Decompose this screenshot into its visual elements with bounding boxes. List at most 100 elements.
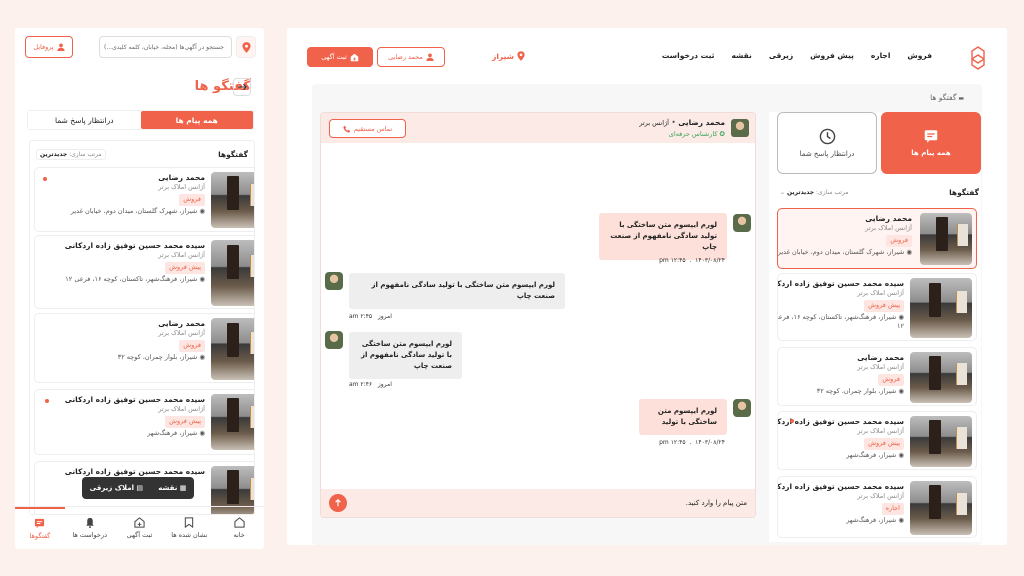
tab-all-messages[interactable]: همه پیام ها bbox=[140, 111, 253, 129]
nav-link-map[interactable]: نقشه bbox=[731, 51, 751, 60]
contact-name: سیده محمد حسین توفیق زاده اردکانی bbox=[64, 241, 205, 250]
conversation-card[interactable]: سیده محمد حسین توفیق زاده اردکانی آژانس … bbox=[777, 273, 977, 341]
agency-name: آژانس املاک برتر bbox=[865, 224, 912, 233]
deal-type-badge: فروش bbox=[886, 235, 912, 247]
message-clock: ۱۲:۴۵ pm bbox=[659, 439, 686, 446]
address: ◉ شیراز، بلوار چمران، کوچه ۳۲ bbox=[39, 353, 205, 362]
call-label: تماس مستقیم bbox=[353, 124, 393, 133]
call-button[interactable]: تماس مستقیم bbox=[329, 119, 406, 138]
location-icon: ◉ bbox=[896, 312, 904, 321]
arrow-right-icon bbox=[237, 83, 247, 91]
bell-icon bbox=[86, 517, 94, 528]
conversation-card[interactable]: محمد رضایی آژانس املاک برتر فروش ◉ شیراز… bbox=[777, 347, 977, 406]
tab-label: همه پیام ها bbox=[911, 149, 951, 157]
message-clock: ۲:۴۶ am bbox=[349, 381, 373, 388]
tab-all-messages[interactable]: همه پیام ها bbox=[881, 112, 981, 174]
conversation-card[interactable]: سیده محمد حسین توفیق زاده اردکانی آژانس … bbox=[34, 235, 254, 309]
arrow-up-icon bbox=[335, 499, 341, 507]
location-icon: ◉ bbox=[197, 206, 205, 215]
conversation-card[interactable]: محمد رضایی آژانس املاک برتر فروش ◉ شیراز… bbox=[34, 167, 254, 232]
contact-name: محمد رضایی bbox=[158, 173, 205, 182]
message-date: امروز bbox=[377, 381, 392, 388]
address: ◉ شیراز، فرهنگ‌شهر bbox=[35, 429, 205, 438]
property-image bbox=[910, 416, 972, 467]
nav-link-sale[interactable]: فروش bbox=[907, 51, 932, 60]
message-time: امروز ۲:۴۶ am bbox=[349, 381, 392, 388]
sort-dropdown[interactable]: مرتب سازی: جدیدترین bbox=[36, 148, 106, 160]
conversation-card[interactable]: محمد رضایی آژانس املاک برتر فروش ◉ شیراز… bbox=[777, 208, 977, 269]
nav-bookmarks[interactable]: نشان شده ها bbox=[164, 507, 214, 549]
nav-home[interactable]: خانه bbox=[214, 507, 264, 549]
property-image bbox=[910, 481, 972, 535]
address: ◉ شیراز، فرهنگ‌شهر bbox=[778, 450, 904, 460]
city-selector[interactable]: شیراز bbox=[492, 51, 525, 61]
tab-awaiting-reply[interactable]: درانتظار پاسخ شما bbox=[777, 112, 877, 174]
nav-label: گفتگوها bbox=[29, 532, 51, 540]
profile-button[interactable]: پروفایل bbox=[25, 36, 73, 58]
building-icon: ▤ bbox=[133, 484, 144, 492]
back-button[interactable] bbox=[233, 78, 251, 96]
contact-name: سیده محمد حسین توفیق زاده اردکانی bbox=[777, 482, 904, 491]
location-icon: ◉ bbox=[896, 515, 904, 524]
breadcrumb: ▬ گفتگو ها bbox=[930, 93, 964, 102]
search-input[interactable]: جستجو در آگهی‌ها (محله، خیابان، کلمه کلی… bbox=[99, 36, 232, 58]
zibaghi-button[interactable]: ▤ املاک زیرقی bbox=[90, 484, 143, 492]
breadcrumb-label: گفتگو ها bbox=[930, 93, 957, 102]
location-icon: ◉ bbox=[896, 450, 904, 459]
conversation-card[interactable]: محمد رضایی آژانس املاک برتر فروش ◉ شیراز… bbox=[34, 313, 254, 383]
floating-bar: ▦ نقشه ▤ املاک زیرقی bbox=[82, 477, 194, 499]
unread-dot bbox=[790, 419, 794, 423]
logo-icon bbox=[971, 46, 985, 70]
agency-name: آژانس املاک برتر bbox=[857, 289, 904, 298]
message-placeholder: متن پیام را وارد کنید. bbox=[685, 499, 747, 507]
mobile-view: جستجو در آگهی‌ها (محله، خیابان، کلمه کلی… bbox=[15, 28, 264, 549]
nav-chats[interactable]: گفتگوها bbox=[15, 507, 65, 549]
property-image bbox=[920, 213, 972, 265]
post-ad-button[interactable]: ثبت آگهی bbox=[307, 47, 373, 67]
contact-info: محمد رضایی • آژانس برتر bbox=[639, 118, 725, 127]
home-icon bbox=[234, 517, 245, 528]
message-bubble: لورم ایپسوم متن ساختگی با تولید سادگی نا… bbox=[599, 213, 727, 260]
contact-name: محمد رضایی bbox=[865, 214, 912, 223]
nav-label: نشان شده ها bbox=[171, 531, 208, 539]
profile-label: پروفایل bbox=[33, 43, 54, 51]
send-button[interactable] bbox=[329, 494, 347, 512]
sender-avatar bbox=[325, 331, 343, 349]
nav-post-ad[interactable]: ثبت آگهی bbox=[115, 507, 165, 549]
nav-link-rent[interactable]: اجاره bbox=[871, 51, 891, 60]
nav-link-presale[interactable]: پیش فروش bbox=[810, 51, 854, 60]
bottom-nav: خانه نشان شده ها ثبت آگهی درخواست ها گفت… bbox=[15, 506, 264, 549]
conversation-card[interactable]: سیده محمد حسین توفیق زاده اردکانی آژانس … bbox=[777, 411, 977, 470]
sort-value: جدیدترین bbox=[786, 188, 815, 196]
sort-dropdown[interactable]: مرتب سازی: جدیدترین ⌄ bbox=[777, 188, 852, 197]
address-text: شیراز، شهرک گلستان، میدان دوم، خیابان غد… bbox=[70, 206, 198, 215]
profile-button[interactable]: محمد رضایی bbox=[377, 47, 445, 67]
contact-name: سیده محمد حسین توفیق زاده اردکانی bbox=[64, 467, 205, 476]
location-button[interactable] bbox=[236, 36, 256, 58]
conversation-card[interactable]: سیده محمد حسین توفیق زاده اردکانی آژانس … bbox=[34, 389, 254, 455]
conversation-card[interactable]: سیده محمد حسین توفیق زاده اردکانی آژانس … bbox=[777, 476, 977, 538]
nav-label: خانه bbox=[233, 531, 245, 539]
nav-link-request[interactable]: ثبت درخواست bbox=[662, 51, 715, 60]
sort-value: جدیدترین bbox=[40, 150, 68, 158]
address: ◉ شیراز، فرهنگ‌شهر bbox=[778, 515, 904, 525]
conversation-list: گفتگوها مرتب سازی: جدیدترین محمد رضایی آ… bbox=[29, 140, 255, 515]
deal-type-badge: فروش bbox=[179, 194, 205, 206]
nav-requests[interactable]: درخواست ها bbox=[65, 507, 115, 549]
mobile-tabs: همه پیام ها درانتظار پاسخ شما bbox=[27, 110, 254, 130]
conversation-sidebar: همه پیام ها درانتظار پاسخ شما گفتگوها مر… bbox=[769, 112, 981, 542]
address-text: شیراز، بلوار چمران، کوچه ۳۲ bbox=[816, 386, 897, 395]
tab-awaiting-reply[interactable]: درانتظار پاسخ شما bbox=[28, 111, 141, 129]
list-title: گفتگوها bbox=[949, 187, 979, 197]
message-date: ۱۴۰۳/۰۸/۲۴ bbox=[695, 439, 725, 446]
nav-link-zibaghi[interactable]: زیرقی bbox=[769, 51, 793, 60]
message-input[interactable]: متن پیام را وارد کنید. bbox=[321, 489, 755, 517]
map-button[interactable]: ▦ نقشه bbox=[158, 484, 186, 492]
user-icon bbox=[57, 43, 65, 51]
location-icon: ◉ bbox=[197, 274, 205, 283]
message-bubble: لورم ایپسوم متن ساختگی با تولید سادگی نا… bbox=[349, 273, 565, 309]
desktop-view: فروش اجاره پیش فروش زیرقی نقشه ثبت درخوا… bbox=[287, 28, 1007, 545]
map-icon: ▦ bbox=[177, 484, 187, 492]
phone-icon bbox=[343, 125, 351, 133]
property-image bbox=[211, 240, 254, 306]
